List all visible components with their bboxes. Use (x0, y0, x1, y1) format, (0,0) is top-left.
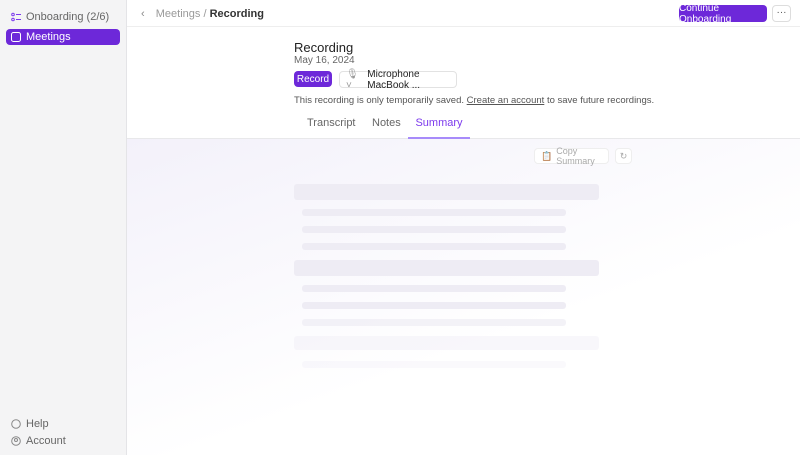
more-options-button[interactable]: ··· (772, 5, 791, 22)
user-icon (11, 436, 21, 446)
recording-date: May 16, 2024 (294, 55, 355, 66)
skeleton-heading (294, 184, 599, 200)
tab-notes[interactable]: Notes (372, 117, 401, 129)
continue-onboarding-button[interactable]: Continue Onboarding (679, 3, 767, 25)
create-account-link[interactable]: Create an account (467, 95, 545, 106)
sidebar-item-help[interactable]: Help (6, 416, 120, 432)
calendar-icon (11, 32, 21, 42)
clipboard-icon: 📋 (541, 150, 553, 161)
notice-text: to save future recordings. (546, 95, 655, 106)
skeleton-line (302, 361, 566, 368)
sidebar-item-onboarding[interactable]: Onboarding (2/6) (6, 9, 120, 25)
sidebar-item-label: Meetings (26, 31, 71, 43)
sidebar-item-label: Account (26, 435, 66, 447)
back-icon[interactable]: ‹ (141, 8, 145, 20)
sidebar-item-label: Help (26, 418, 49, 430)
breadcrumb: ‹ Meetings / Recording (141, 8, 264, 20)
skeleton-line (302, 243, 566, 250)
skeleton-line (302, 285, 566, 292)
tabs: Transcript Notes Summary (127, 111, 800, 139)
page-title: Recording (294, 40, 354, 55)
microphone-icon: 🎙˅ (346, 68, 359, 91)
record-button[interactable]: Record (294, 71, 332, 87)
notice-text: This recording is only temporarily saved… (294, 95, 465, 106)
skeleton-line (302, 319, 566, 326)
skeleton-line (302, 302, 566, 309)
skeleton-heading (294, 260, 599, 276)
copy-summary-button[interactable]: 📋 Copy Summary (534, 146, 609, 166)
checklist-icon (11, 12, 21, 22)
breadcrumb-current: Recording (209, 8, 264, 20)
copy-summary-label: Copy Summary (556, 146, 595, 166)
tab-summary[interactable]: Summary (408, 117, 470, 139)
skeleton-line (302, 226, 566, 233)
sidebar-item-label: Onboarding (2/6) (26, 11, 110, 23)
skeleton-line (302, 209, 566, 216)
microphone-label: Microphone MacBook ... (367, 68, 421, 91)
regenerate-button[interactable]: ↻ (615, 148, 632, 164)
top-bar: ‹ Meetings / Recording Continue Onboardi… (127, 0, 800, 27)
tab-transcript[interactable]: Transcript (307, 117, 356, 129)
sidebar-item-account[interactable]: Account (6, 433, 120, 449)
summary-area: 📋 Copy Summary ↻ (127, 139, 800, 455)
breadcrumb-separator: / (203, 8, 207, 20)
microphone-select[interactable]: 🎙˅ Microphone MacBook ... (339, 68, 457, 91)
breadcrumb-meetings[interactable]: Meetings (156, 8, 201, 20)
help-icon (11, 419, 21, 429)
sidebar-item-meetings[interactable]: Meetings (6, 29, 120, 45)
refresh-icon: ↻ (619, 151, 628, 161)
temporary-notice: This recording is only temporarily saved… (294, 95, 654, 106)
skeleton-heading (294, 336, 599, 350)
sidebar: Onboarding (2/6) Meetings Help Account (0, 0, 127, 455)
